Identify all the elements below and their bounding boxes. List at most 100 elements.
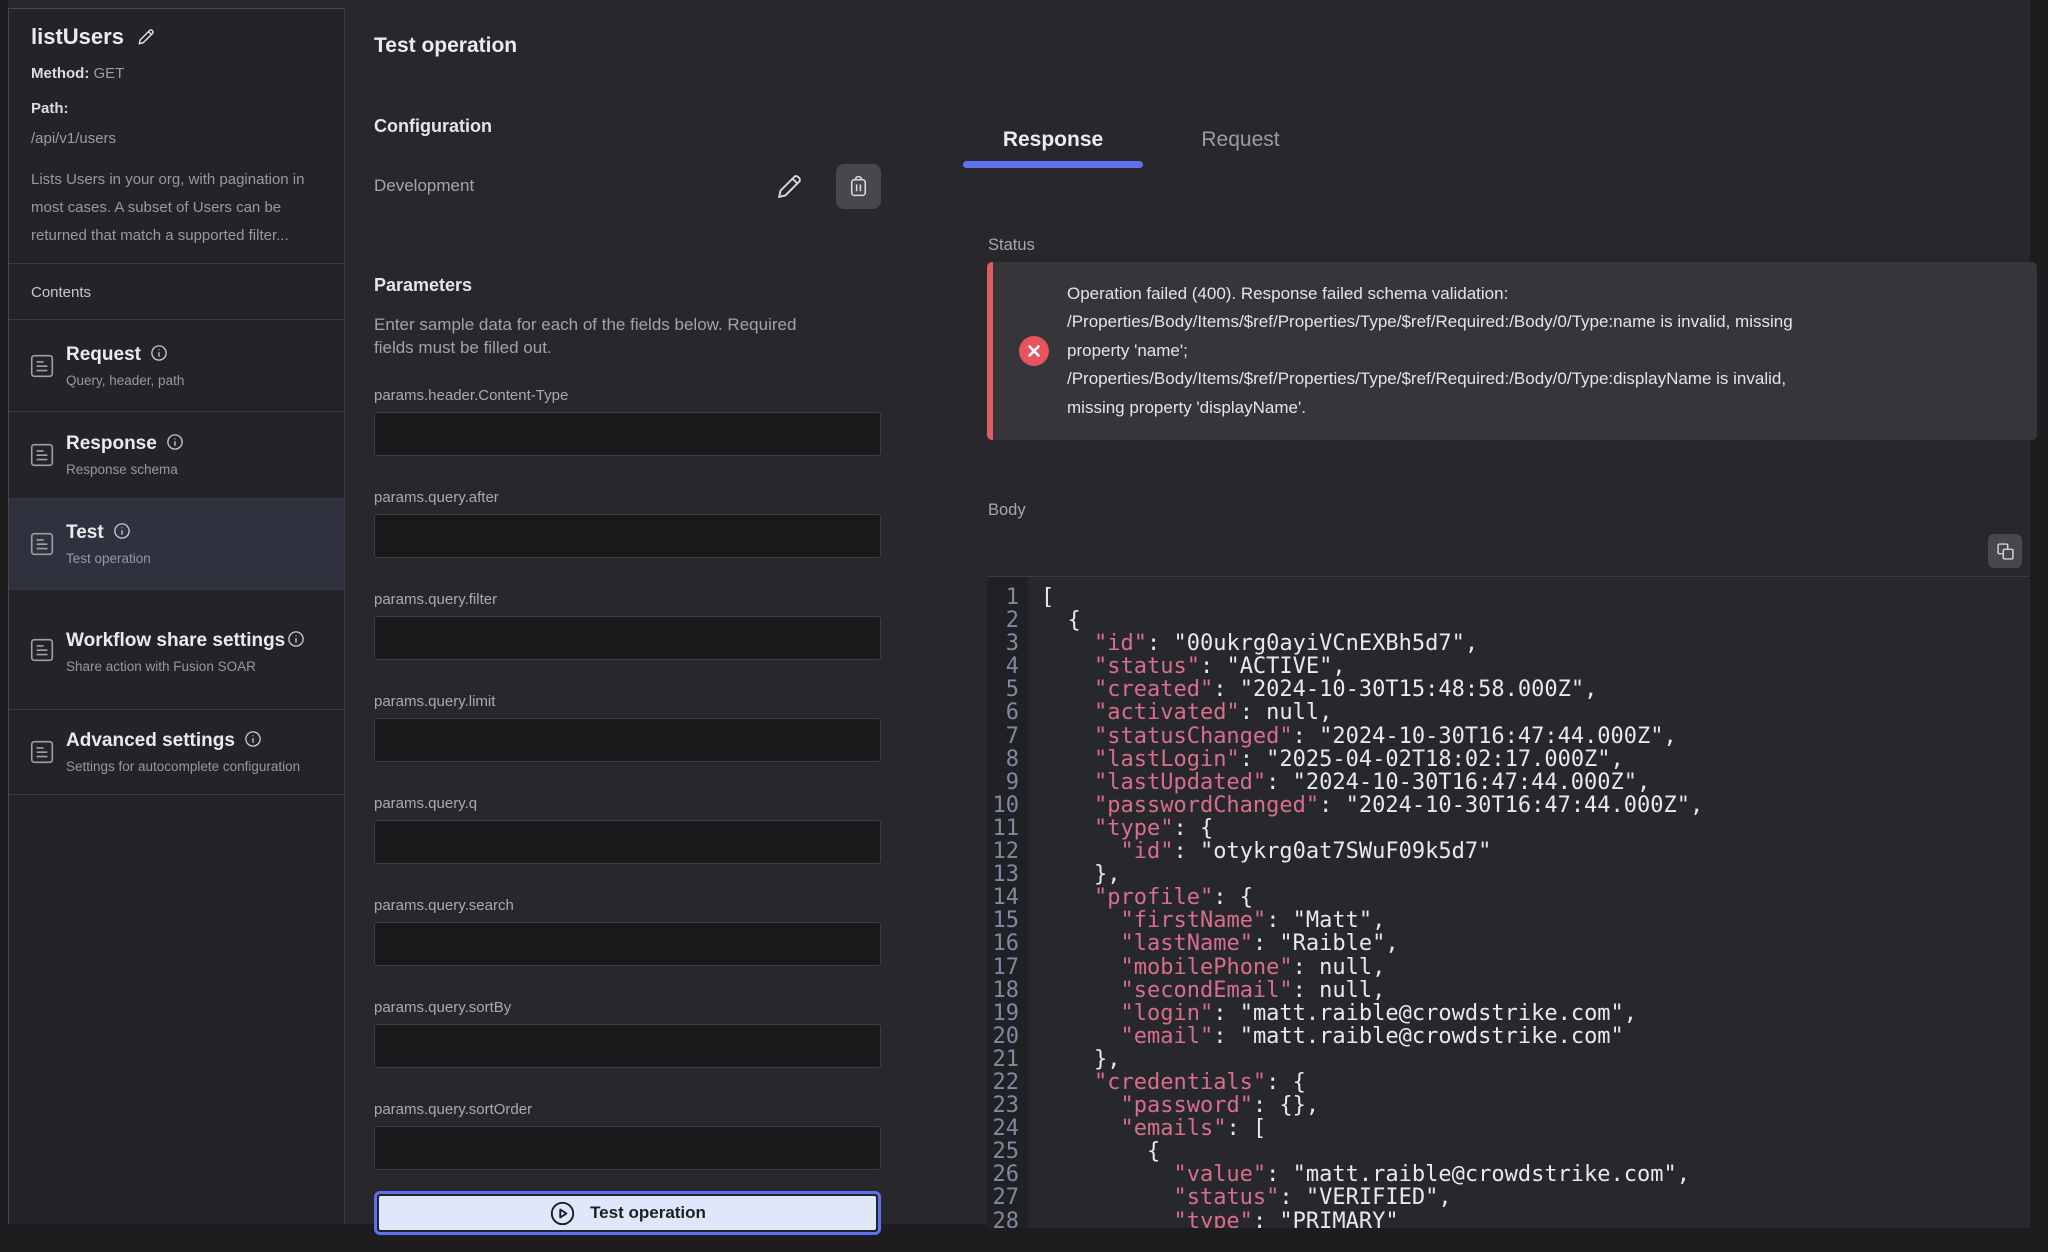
text-line: missing property 'displayName'. bbox=[1067, 394, 1793, 422]
sidebar-item-response[interactable]: ResponseResponse schema bbox=[9, 412, 344, 499]
code-line: 18 "secondEmail": null, bbox=[987, 979, 2030, 1002]
code-line: 10 "passwordChanged": "2024-10-30T16:47:… bbox=[987, 794, 2030, 817]
param-input-search[interactable] bbox=[374, 922, 881, 966]
code-line: 27 "status": "VERIFIED", bbox=[987, 1186, 2030, 1209]
test-operation-panel: Test operation Configuration Development… bbox=[374, 0, 881, 1235]
parameters-description: Enter sample data for each of the fields… bbox=[374, 313, 881, 359]
code-text: "passwordChanged": "2024-10-30T16:47:44.… bbox=[1028, 794, 1703, 817]
text-line: Lists Users in your org, with pagination… bbox=[31, 166, 322, 194]
field-label: params.query.search bbox=[374, 897, 881, 914]
param-input-after[interactable] bbox=[374, 514, 881, 558]
document-icon bbox=[29, 531, 55, 557]
code-line: 13 }, bbox=[987, 863, 2030, 886]
sidebar-item-text: Workflow share settingsShare action with… bbox=[66, 625, 318, 675]
code-line: 6 "activated": null, bbox=[987, 701, 2030, 724]
line-number: 3 bbox=[987, 632, 1028, 655]
param-input-q[interactable] bbox=[374, 820, 881, 864]
sidebar-item-list: RequestQuery, header, pathResponseRespon… bbox=[9, 320, 344, 795]
line-number: 12 bbox=[987, 840, 1028, 863]
operation-description: Lists Users in your org, with pagination… bbox=[31, 166, 322, 250]
text-line: /Properties/Body/Items/$ref/Properties/T… bbox=[1067, 308, 1793, 336]
code-text: }, bbox=[1028, 1048, 1120, 1071]
scrollbar-gutter[interactable] bbox=[2030, 0, 2048, 1252]
code-text: "login": "matt.raible@crowdstrike.com", bbox=[1028, 1002, 1637, 1025]
document-icon bbox=[29, 353, 55, 379]
error-x-circle-icon bbox=[1018, 335, 1050, 367]
line-number: 21 bbox=[987, 1048, 1028, 1071]
copy-button[interactable] bbox=[1988, 534, 2022, 568]
code-line: 4 "status": "ACTIVE", bbox=[987, 655, 2030, 678]
code-text: "credentials": { bbox=[1028, 1071, 1306, 1094]
code-toolbar bbox=[987, 525, 2030, 577]
param-input-limit[interactable] bbox=[374, 718, 881, 762]
param-input-content-type[interactable] bbox=[374, 412, 881, 456]
param-input-sortorder[interactable] bbox=[374, 1126, 881, 1170]
sidebar-item-label: Advanced settings bbox=[66, 730, 262, 751]
method-row: Method: GET bbox=[31, 65, 322, 82]
param-input-filter[interactable] bbox=[374, 616, 881, 660]
line-number: 8 bbox=[987, 748, 1028, 771]
body-label: Body bbox=[988, 501, 1026, 520]
field-label: params.query.filter bbox=[374, 591, 881, 608]
text-line: most cases. A subset of Users can be bbox=[31, 194, 322, 222]
sidebar-item-label: Test bbox=[66, 522, 131, 543]
text-line: Enter sample data for each of the fields… bbox=[374, 313, 881, 336]
parameter-fields: params.header.Content-Typeparams.query.a… bbox=[374, 387, 881, 1170]
tab-response[interactable]: Response bbox=[963, 128, 1143, 168]
code-text: "mobilePhone": null, bbox=[1028, 956, 1385, 979]
code-text: "lastLogin": "2025-04-02T18:02:17.000Z", bbox=[1028, 748, 1624, 771]
copy-icon bbox=[1995, 541, 2016, 562]
edit-title-pencil-icon[interactable] bbox=[136, 27, 156, 47]
code-text: "id": "otykrg0at7SWuF09k5d7" bbox=[1028, 840, 1491, 863]
code-text: "lastName": "Raible", bbox=[1028, 932, 1399, 955]
code-line: 2 { bbox=[987, 609, 2030, 632]
code-line: 8 "lastLogin": "2025-04-02T18:02:17.000Z… bbox=[987, 748, 2030, 771]
code-text: "value": "matt.raible@crowdstrike.com", bbox=[1028, 1163, 1690, 1186]
sidebar-item-request[interactable]: RequestQuery, header, path bbox=[9, 320, 344, 412]
window-edge-bottom bbox=[0, 1224, 2048, 1252]
test-operation-button[interactable]: Test operation bbox=[374, 1191, 881, 1235]
code-line: 23 "password": {}, bbox=[987, 1094, 2030, 1117]
sidebar-item-sublabel: Test operation bbox=[66, 550, 318, 567]
line-number: 25 bbox=[987, 1140, 1028, 1163]
window-edge-left bbox=[0, 0, 8, 1252]
code-text: { bbox=[1028, 1140, 1160, 1163]
code-text: "email": "matt.raible@crowdstrike.com" bbox=[1028, 1025, 1624, 1048]
parameter-field: params.header.Content-Type bbox=[374, 387, 881, 456]
line-number: 7 bbox=[987, 725, 1028, 748]
parameter-field: params.query.filter bbox=[374, 591, 881, 660]
line-number: 28 bbox=[987, 1210, 1028, 1228]
status-label: Status bbox=[988, 236, 1035, 255]
param-input-sortby[interactable] bbox=[374, 1024, 881, 1068]
info-icon bbox=[150, 344, 168, 362]
text-line: Operation failed (400). Response failed … bbox=[1067, 280, 1793, 308]
sidebar-item-test[interactable]: Test Test operation bbox=[9, 499, 344, 590]
operation-title: listUsers bbox=[31, 23, 124, 51]
configuration-row: Development bbox=[374, 163, 881, 209]
sidebar: listUsers Method: GET Path: /api/v1/user… bbox=[8, 8, 345, 1224]
delete-configuration-button[interactable] bbox=[836, 164, 881, 209]
code-text: [ bbox=[1028, 586, 1054, 609]
pencil-icon bbox=[773, 170, 806, 203]
line-number: 16 bbox=[987, 932, 1028, 955]
code-line: 14 "profile": { bbox=[987, 886, 2030, 909]
api-connector-test-page: { "sidebar": { "title": "listUsers", "me… bbox=[0, 0, 2048, 1252]
code-line: 15 "firstName": "Matt", bbox=[987, 909, 2030, 932]
code-text: "firstName": "Matt", bbox=[1028, 909, 1385, 932]
sidebar-item-advanced-settings[interactable]: Advanced settingsSettings for autocomple… bbox=[9, 710, 344, 795]
code-text: { bbox=[1028, 609, 1081, 632]
line-number: 13 bbox=[987, 863, 1028, 886]
document-icon bbox=[29, 739, 55, 765]
response-body-code-block[interactable]: 1[2 {3 "id": "00ukrg0ayiVCnEXBh5d7",4 "s… bbox=[987, 525, 2030, 1228]
path-row: Path: bbox=[31, 100, 322, 117]
text-line: property 'name'; bbox=[1067, 337, 1793, 365]
sidebar-item-workflow-share-settings[interactable]: Workflow share settingsShare action with… bbox=[9, 590, 344, 710]
sidebar-item-label: Response bbox=[66, 433, 184, 454]
info-icon bbox=[287, 630, 305, 648]
code-text: "password": {}, bbox=[1028, 1094, 1319, 1117]
document-icon bbox=[29, 442, 55, 468]
document-icon bbox=[29, 637, 55, 663]
tab-request[interactable]: Request bbox=[1163, 128, 1318, 168]
edit-configuration-button[interactable] bbox=[773, 170, 806, 203]
code-line: 19 "login": "matt.raible@crowdstrike.com… bbox=[987, 1002, 2030, 1025]
